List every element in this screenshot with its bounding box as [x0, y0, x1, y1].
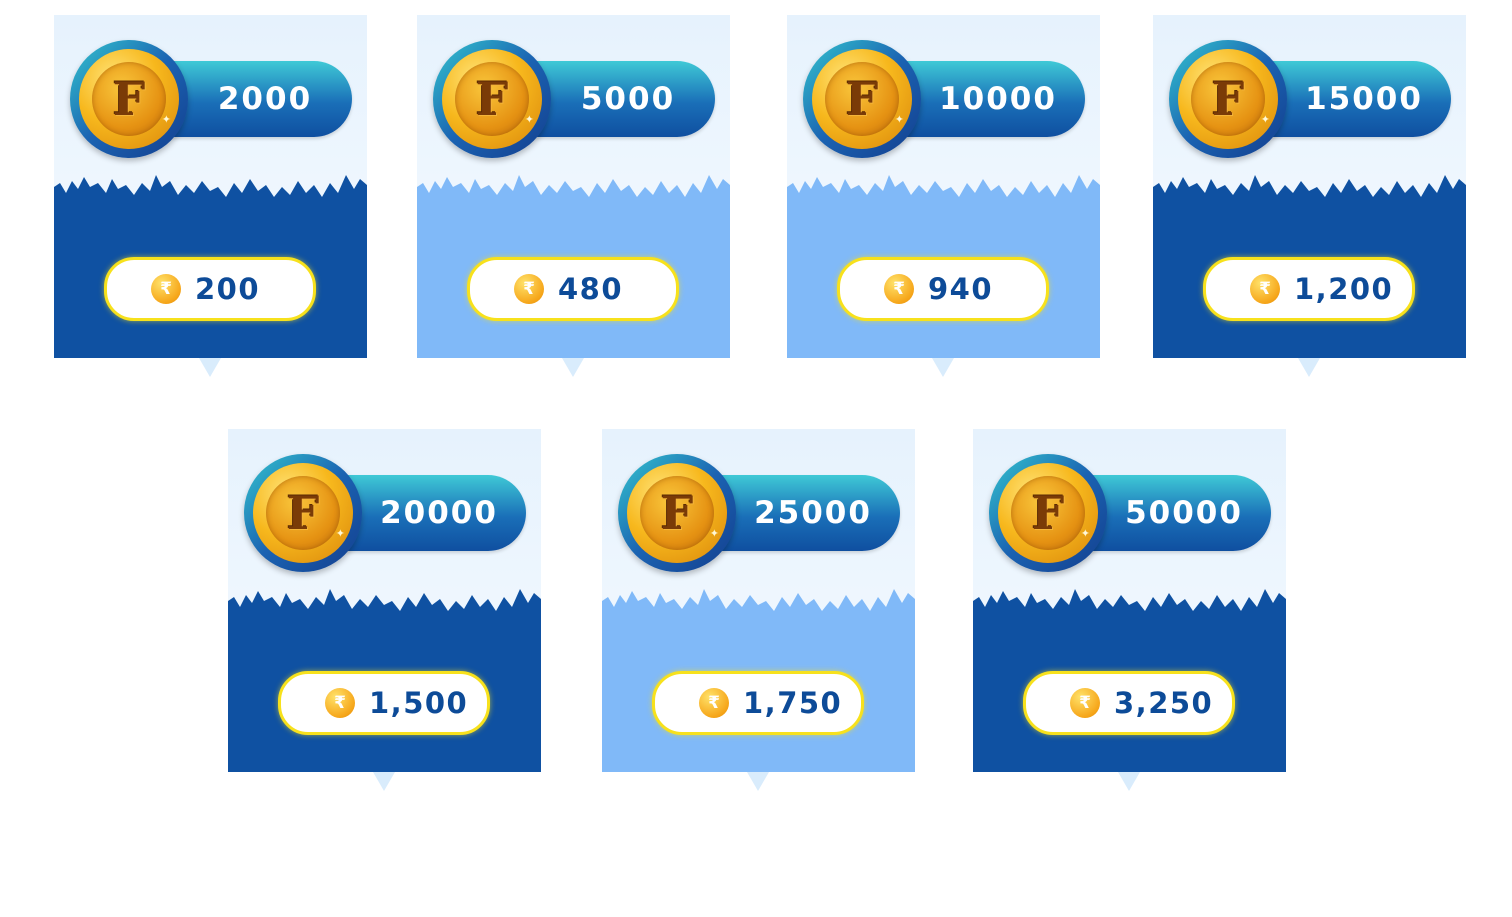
price-value: 1,200 — [1294, 272, 1394, 306]
price-value: 1,750 — [743, 686, 843, 720]
rupee-coin-icon: ₹ — [884, 274, 914, 304]
coin-amount: 25000 — [754, 495, 872, 531]
coin-letter: F — [475, 72, 509, 126]
coin-amount: 50000 — [1125, 495, 1243, 531]
price-button[interactable]: ₹ 3,250 — [1023, 671, 1235, 735]
gold-coin-icon: F ✦ — [1169, 40, 1287, 158]
coin-amount: 2000 — [217, 81, 313, 117]
card-pointer-arrow — [373, 772, 395, 791]
gold-coin-icon: F ✦ — [803, 40, 921, 158]
coin-amount: 5000 — [580, 81, 676, 117]
card-pointer-arrow — [562, 358, 584, 377]
coin-amount: 20000 — [380, 495, 498, 531]
gold-coin-icon: F ✦ — [989, 454, 1107, 572]
card-pointer-arrow — [1118, 772, 1140, 791]
price-value: 1,500 — [369, 686, 469, 720]
coin-pack-card[interactable]: 20000 F ✦ ₹ 1,500 — [228, 429, 541, 791]
coin-pack-card[interactable]: 2000 F ✦ ₹ 200 — [54, 15, 367, 377]
coin-pack-card[interactable]: 50000 F ✦ ₹ 3,250 — [973, 429, 1286, 791]
coin-pack-card[interactable]: 5000 F ✦ ₹ 480 — [417, 15, 730, 377]
coin-letter: F — [1211, 72, 1245, 126]
coin-letter: F — [286, 486, 320, 540]
card-pointer-arrow — [199, 358, 221, 377]
gold-coin-icon: F ✦ — [433, 40, 551, 158]
coin-letter: F — [1031, 486, 1065, 540]
coin-pack-card[interactable]: 25000 F ✦ ₹ 1,750 — [602, 429, 915, 791]
coin-pack-card[interactable]: 10000 F ✦ ₹ 940 — [787, 15, 1100, 377]
price-value: 3,250 — [1114, 686, 1214, 720]
rupee-coin-icon: ₹ — [325, 688, 355, 718]
coin-letter: F — [112, 72, 146, 126]
price-button[interactable]: ₹ 1,200 — [1203, 257, 1415, 321]
gold-coin-icon: F ✦ — [244, 454, 362, 572]
rupee-coin-icon: ₹ — [151, 274, 181, 304]
rupee-coin-icon: ₹ — [1250, 274, 1280, 304]
coin-letter: F — [660, 486, 694, 540]
rupee-coin-icon: ₹ — [699, 688, 729, 718]
rupee-coin-icon: ₹ — [1070, 688, 1100, 718]
coin-amount: 15000 — [1305, 81, 1423, 117]
card-pointer-arrow — [1298, 358, 1320, 377]
price-button[interactable]: ₹ 200 — [104, 257, 316, 321]
price-value: 940 — [928, 272, 994, 306]
price-value: 480 — [558, 272, 624, 306]
price-button[interactable]: ₹ 940 — [837, 257, 1049, 321]
coin-pack-card[interactable]: 15000 F ✦ ₹ 1,200 — [1153, 15, 1466, 377]
card-pointer-arrow — [932, 358, 954, 377]
coin-letter: F — [845, 72, 879, 126]
gold-coin-icon: F ✦ — [618, 454, 736, 572]
card-pointer-arrow — [747, 772, 769, 791]
gold-coin-icon: F ✦ — [70, 40, 188, 158]
price-button[interactable]: ₹ 1,500 — [278, 671, 490, 735]
price-button[interactable]: ₹ 1,750 — [652, 671, 864, 735]
price-button[interactable]: ₹ 480 — [467, 257, 679, 321]
coin-amount: 10000 — [939, 81, 1057, 117]
rupee-coin-icon: ₹ — [514, 274, 544, 304]
price-value: 200 — [195, 272, 261, 306]
